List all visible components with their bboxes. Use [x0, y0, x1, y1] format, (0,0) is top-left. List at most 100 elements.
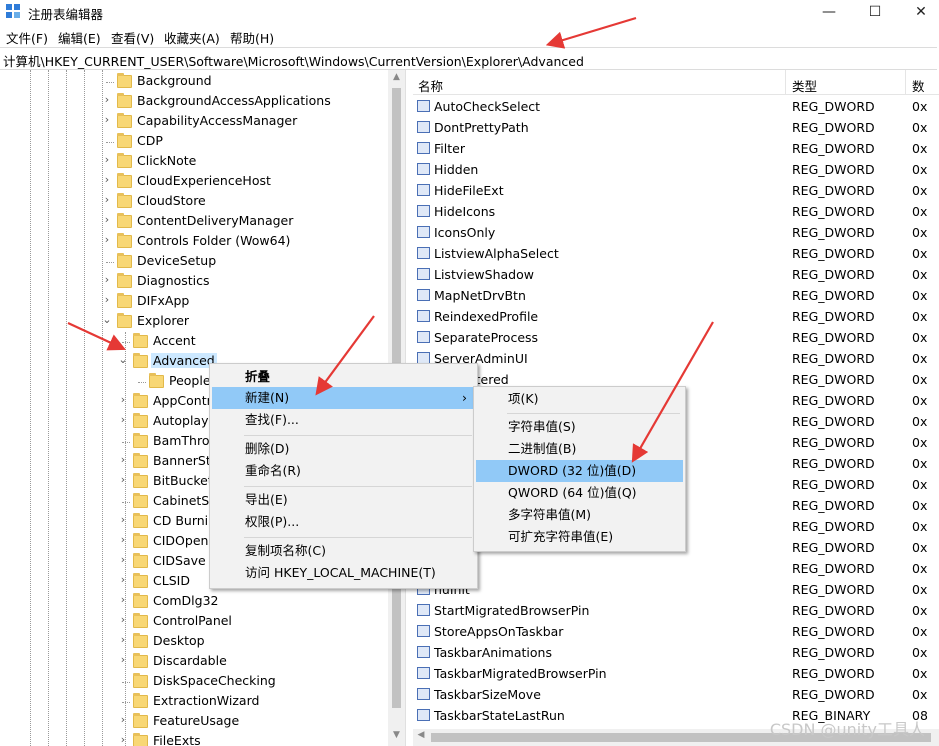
collapsed-chevron-icon[interactable]: › [117, 613, 129, 626]
tree-node-devicesetup[interactable]: DeviceSetup [0, 252, 388, 272]
menu-item-delete[interactable]: 删除(D) [210, 438, 477, 460]
minimize-button[interactable]: — [806, 0, 852, 24]
column-divider[interactable] [905, 70, 906, 94]
value-row[interactable]: ReindexedProfile REG_DWORD 0x [413, 306, 939, 327]
value-row[interactable]: HideIcons REG_DWORD 0x [413, 201, 939, 222]
value-row[interactable]: TaskbarMigratedBrowserPin REG_DWORD 0x [413, 663, 939, 684]
tree-node-contentdeliverymanager[interactable]: › ContentDeliveryManager [0, 212, 388, 232]
collapsed-chevron-icon[interactable]: › [101, 233, 113, 246]
value-row[interactable]: AutoCheckSelect REG_DWORD 0x [413, 96, 939, 117]
collapsed-chevron-icon[interactable]: › [101, 93, 113, 106]
tree-node-fileexts[interactable]: › FileExts [0, 732, 388, 746]
scroll-down-arrow-icon[interactable]: ▼ [388, 730, 405, 744]
collapsed-chevron-icon[interactable]: › [117, 533, 129, 546]
value-row[interactable]: HideFileExt REG_DWORD 0x [413, 180, 939, 201]
value-row[interactable]: SeparateProcess REG_DWORD 0x [413, 327, 939, 348]
submenu-item-multistring[interactable]: 多字符串值(M) [474, 504, 685, 526]
column-header-name[interactable]: 名称 [418, 76, 443, 95]
value-row[interactable]: IconsOnly REG_DWORD 0x [413, 222, 939, 243]
collapsed-chevron-icon[interactable]: › [117, 473, 129, 486]
collapsed-chevron-icon[interactable]: › [101, 193, 113, 206]
tree-node-comdlg32[interactable]: › ComDlg32 [0, 592, 388, 612]
menu-item-copy-key-name[interactable]: 复制项名称(C) [210, 540, 477, 562]
tree-node-backgroundaccessapplications[interactable]: › BackgroundAccessApplications [0, 92, 388, 112]
menu-item-permissions[interactable]: 权限(P)... [210, 511, 477, 533]
collapsed-chevron-icon[interactable]: › [101, 213, 113, 226]
collapsed-chevron-icon[interactable]: › [101, 293, 113, 306]
value-row[interactable]: ListviewAlphaSelect REG_DWORD 0x [413, 243, 939, 264]
menu-item-collapse[interactable]: 折叠 [210, 366, 477, 388]
tree-node-desktop[interactable]: › Desktop [0, 632, 388, 652]
tree-node-cdp[interactable]: CDP [0, 132, 388, 152]
address-bar[interactable]: 计算机\HKEY_CURRENT_USER\Software\Microsoft… [0, 47, 937, 70]
collapsed-chevron-icon[interactable]: › [117, 453, 129, 466]
collapsed-chevron-icon[interactable]: › [117, 593, 129, 606]
scroll-up-arrow-icon[interactable]: ▲ [388, 72, 405, 86]
value-row[interactable]: StoreAppsOnTaskbar REG_DWORD 0x [413, 621, 939, 642]
menu-item-goto-hklm[interactable]: 访问 HKEY_LOCAL_MACHINE(T) [210, 562, 477, 584]
collapsed-chevron-icon[interactable]: › [101, 153, 113, 166]
collapsed-chevron-icon[interactable]: › [101, 273, 113, 286]
collapsed-chevron-icon[interactable]: › [117, 633, 129, 646]
tree-node-capabilityaccessmanager[interactable]: › CapabilityAccessManager [0, 112, 388, 132]
submenu-item-dword32[interactable]: DWORD (32 位)值(D) [476, 460, 683, 482]
menu-favorites[interactable]: 收藏夹(A) [164, 28, 220, 47]
menu-edit[interactable]: 编辑(E) [58, 28, 101, 47]
tree-node-difxapp[interactable]: › DIFxApp [0, 292, 388, 312]
maximize-button[interactable]: ☐ [852, 0, 898, 24]
collapsed-chevron-icon[interactable]: › [117, 573, 129, 586]
tree-node-background[interactable]: Background [0, 72, 388, 92]
value-row[interactable]: nuInit REG_DWORD 0x [413, 579, 939, 600]
collapsed-chevron-icon[interactable]: › [101, 113, 113, 126]
submenu-item-string[interactable]: 字符串值(S) [474, 416, 685, 438]
submenu-item-qword64[interactable]: QWORD (64 位)值(Q) [474, 482, 685, 504]
value-row[interactable]: DontPrettyPath REG_DWORD 0x [413, 117, 939, 138]
tree-node-cloudexperiencehost[interactable]: › CloudExperienceHost [0, 172, 388, 192]
expanded-chevron-icon[interactable]: ⌄ [101, 313, 113, 326]
column-divider[interactable] [785, 70, 786, 94]
submenu-item-expandstring[interactable]: 可扩充字符串值(E) [474, 526, 685, 548]
close-button[interactable]: ✕ [898, 0, 939, 24]
value-row[interactable]: TaskbarSizeMove REG_DWORD 0x [413, 684, 939, 705]
tree-node-clicknote[interactable]: › ClickNote [0, 152, 388, 172]
expanded-chevron-icon[interactable]: ⌄ [117, 353, 129, 366]
submenu-item-binary[interactable]: 二进制值(B) [474, 438, 685, 460]
submenu-item-key[interactable]: 项(K) [474, 388, 685, 410]
tree-node-featureusage[interactable]: › FeatureUsage [0, 712, 388, 732]
collapsed-chevron-icon[interactable]: › [117, 513, 129, 526]
value-row[interactable]: REG_DWORD 0x [413, 558, 939, 579]
value-row[interactable]: MapNetDrvBtn REG_DWORD 0x [413, 285, 939, 306]
tree-node-diskspacechecking[interactable]: DiskSpaceChecking [0, 672, 388, 692]
value-row[interactable]: StartMigratedBrowserPin REG_DWORD 0x [413, 600, 939, 621]
scroll-left-arrow-icon[interactable]: ◀ [413, 730, 429, 745]
tree-node-extractionwizard[interactable]: ExtractionWizard [0, 692, 388, 712]
collapsed-chevron-icon[interactable]: › [117, 393, 129, 406]
collapsed-chevron-icon[interactable]: › [117, 553, 129, 566]
tree-node-discardable[interactable]: › Discardable [0, 652, 388, 672]
address-path[interactable]: 计算机\HKEY_CURRENT_USER\Software\Microsoft… [3, 51, 584, 70]
column-header-data[interactable]: 数 [912, 76, 925, 95]
tree-node-cloudstore[interactable]: › CloudStore [0, 192, 388, 212]
collapsed-chevron-icon[interactable]: › [117, 733, 129, 746]
value-row[interactable]: Filter REG_DWORD 0x [413, 138, 939, 159]
tree-node-accent[interactable]: Accent [0, 332, 388, 352]
menu-view[interactable]: 查看(V) [111, 28, 154, 47]
menu-file[interactable]: 文件(F) [6, 28, 48, 47]
menu-item-find[interactable]: 查找(F)... [210, 409, 477, 431]
tree-node-diagnostics[interactable]: › Diagnostics [0, 272, 388, 292]
tree-node-controlpanel[interactable]: › ControlPanel [0, 612, 388, 632]
collapsed-chevron-icon[interactable]: › [117, 413, 129, 426]
menu-help[interactable]: 帮助(H) [230, 28, 274, 47]
collapsed-chevron-icon[interactable]: › [117, 713, 129, 726]
collapsed-chevron-icon[interactable]: › [117, 653, 129, 666]
value-row[interactable]: ListviewShadow REG_DWORD 0x [413, 264, 939, 285]
value-row[interactable]: TaskbarAnimations REG_DWORD 0x [413, 642, 939, 663]
value-row[interactable]: ServerAdminUI REG_DWORD 0x [413, 348, 939, 369]
collapsed-chevron-icon[interactable]: › [101, 173, 113, 186]
value-row[interactable]: Hidden REG_DWORD 0x [413, 159, 939, 180]
tree-node-explorer[interactable]: ⌄ Explorer [0, 312, 388, 332]
menu-item-rename[interactable]: 重命名(R) [210, 460, 477, 482]
menu-item-export[interactable]: 导出(E) [210, 489, 477, 511]
tree-node-controls-folder-wow64-[interactable]: › Controls Folder (Wow64) [0, 232, 388, 252]
menu-item-new[interactable]: 新建(N) › [212, 387, 475, 409]
